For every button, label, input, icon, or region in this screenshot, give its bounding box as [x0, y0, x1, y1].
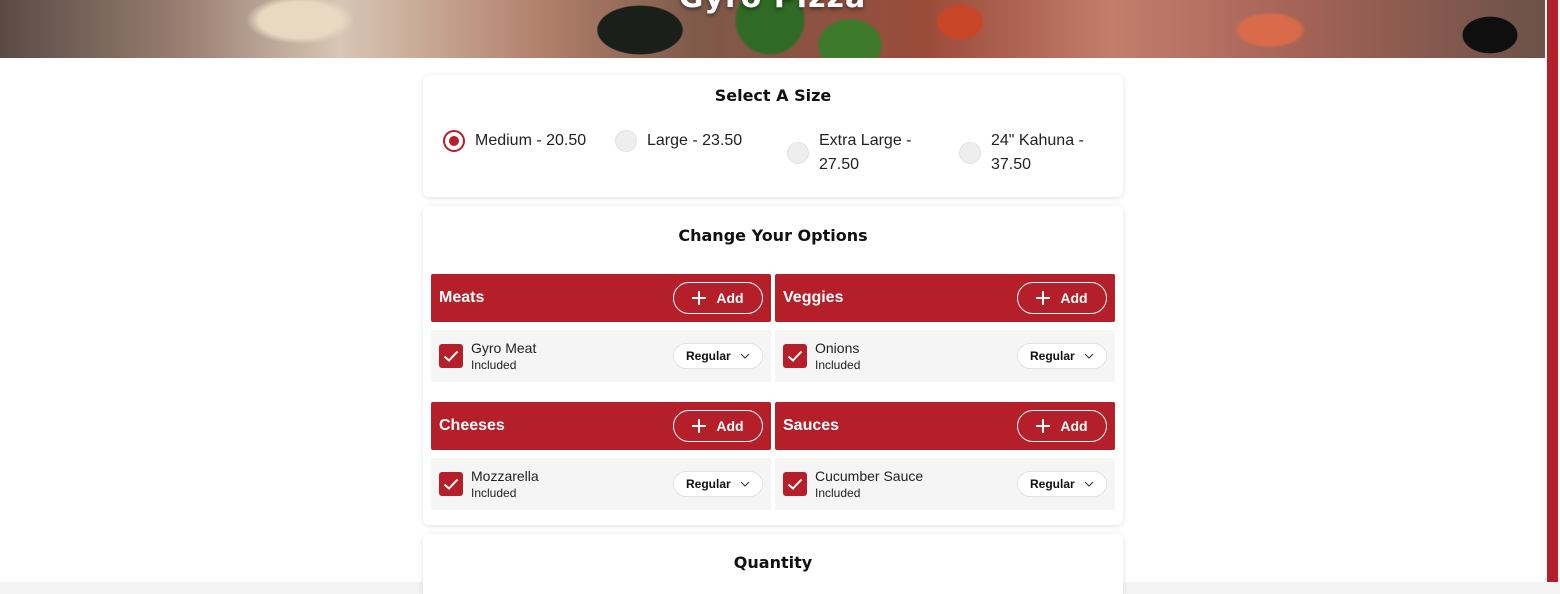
- group-sauces: Sauces Add Cucumber Sauce Included Regul…: [775, 402, 1115, 510]
- group-name-veggies: Veggies: [783, 289, 844, 306]
- group-name-cheeses: Cheeses: [439, 417, 505, 434]
- size-label-extra-large: Extra Large - 27.50: [819, 129, 911, 177]
- group-header-cheeses: Cheeses Add: [431, 402, 771, 450]
- plus-icon: [1036, 419, 1051, 433]
- check-icon: [787, 478, 803, 490]
- group-cheeses: Cheeses Add Mozzarella Included Regular: [431, 402, 771, 510]
- size-option-medium[interactable]: Medium - 20.50: [443, 129, 586, 153]
- plus-icon: [1036, 291, 1051, 305]
- amount-select-gyro-meat[interactable]: Regular: [673, 343, 763, 369]
- amount-select-onions[interactable]: Regular: [1017, 343, 1107, 369]
- hero-title: Gyro Pizza: [0, 0, 1545, 15]
- plus-icon: [692, 291, 707, 305]
- item-status-gyro-meat: Included: [471, 358, 517, 372]
- checkbox-gyro-meat[interactable]: [439, 344, 463, 368]
- checkbox-mozzarella[interactable]: [439, 472, 463, 496]
- list-item-gyro-meat: Gyro Meat Included Regular: [431, 330, 771, 382]
- size-label-extra-large-line2: 27.50: [819, 156, 860, 173]
- group-veggies: Veggies Add Onions Included Regular: [775, 274, 1115, 382]
- chevron-down-icon: [740, 353, 750, 359]
- chevron-down-icon: [740, 481, 750, 487]
- plus-icon: [692, 419, 707, 433]
- list-item-cucumber-sauce: Cucumber Sauce Included Regular: [775, 458, 1115, 510]
- item-status-cucumber-sauce: Included: [815, 486, 861, 500]
- add-sauces-label: Add: [1060, 418, 1088, 434]
- scrollbar[interactable]: [1545, 0, 1560, 582]
- check-icon: [787, 350, 803, 362]
- size-label-kahuna-line2: 37.50: [991, 156, 1032, 173]
- check-icon: [443, 478, 459, 490]
- scrollbar-thumb[interactable]: [1547, 0, 1558, 582]
- add-veggies-button[interactable]: Add: [1017, 282, 1107, 314]
- size-option-large[interactable]: Large - 23.50: [615, 129, 742, 153]
- chevron-down-icon: [1084, 481, 1094, 487]
- group-header-sauces: Sauces Add: [775, 402, 1115, 450]
- size-label-large: Large - 23.50: [647, 132, 743, 149]
- radio-medium[interactable]: [443, 130, 465, 152]
- size-card: Select A Size Medium - 20.50 Large - 23.…: [423, 75, 1123, 197]
- add-meats-label: Add: [716, 290, 744, 306]
- amount-value-gyro-meat: Regular: [686, 349, 731, 363]
- amount-select-mozzarella[interactable]: Regular: [673, 471, 763, 497]
- group-name-meats: Meats: [439, 289, 485, 306]
- size-label-extra-large-line1: Extra Large -: [819, 132, 912, 149]
- checkbox-cucumber-sauce[interactable]: [783, 472, 807, 496]
- options-section-title: Change Your Options: [678, 226, 868, 245]
- options-card: Change Your Options Meats Add Gyro Meat …: [423, 206, 1123, 525]
- item-status-onions: Included: [815, 358, 861, 372]
- radio-kahuna[interactable]: [959, 142, 981, 164]
- add-cheeses-button[interactable]: Add: [673, 410, 763, 442]
- group-name-sauces: Sauces: [783, 417, 840, 434]
- group-meats: Meats Add Gyro Meat Included Regular: [431, 274, 771, 382]
- quantity-card: Quantity: [423, 534, 1123, 594]
- chevron-down-icon: [1084, 353, 1094, 359]
- add-meats-button[interactable]: Add: [673, 282, 763, 314]
- list-item-onions: Onions Included Regular: [775, 330, 1115, 382]
- amount-select-cucumber-sauce[interactable]: Regular: [1017, 471, 1107, 497]
- item-status-mozzarella: Included: [471, 486, 517, 500]
- quantity-section-title: Quantity: [733, 553, 813, 572]
- size-option-kahuna[interactable]: 24" Kahuna - 37.50: [959, 129, 1084, 177]
- add-cheeses-label: Add: [716, 418, 744, 434]
- amount-value-mozzarella: Regular: [686, 477, 731, 491]
- size-label-kahuna: 24" Kahuna - 37.50: [991, 129, 1084, 177]
- size-label-kahuna-line1: 24" Kahuna -: [991, 132, 1084, 149]
- item-name-mozzarella: Mozzarella: [471, 468, 539, 484]
- item-name-onions: Onions: [815, 340, 860, 356]
- check-icon: [443, 350, 459, 362]
- hero-banner: Gyro Pizza: [0, 0, 1545, 58]
- size-section-title: Select A Size: [714, 86, 832, 105]
- group-header-veggies: Veggies Add: [775, 274, 1115, 322]
- radio-large[interactable]: [615, 130, 637, 152]
- item-name-cucumber-sauce: Cucumber Sauce: [815, 468, 924, 484]
- radio-extra-large[interactable]: [787, 142, 809, 164]
- amount-value-onions: Regular: [1030, 349, 1075, 363]
- add-veggies-label: Add: [1060, 290, 1088, 306]
- group-header-meats: Meats Add: [431, 274, 771, 322]
- size-option-extra-large[interactable]: Extra Large - 27.50: [787, 129, 911, 177]
- add-sauces-button[interactable]: Add: [1017, 410, 1107, 442]
- checkbox-onions[interactable]: [783, 344, 807, 368]
- list-item-mozzarella: Mozzarella Included Regular: [431, 458, 771, 510]
- size-label-medium: Medium - 20.50: [475, 132, 587, 149]
- amount-value-cucumber-sauce: Regular: [1030, 477, 1075, 491]
- item-name-gyro-meat: Gyro Meat: [471, 340, 537, 356]
